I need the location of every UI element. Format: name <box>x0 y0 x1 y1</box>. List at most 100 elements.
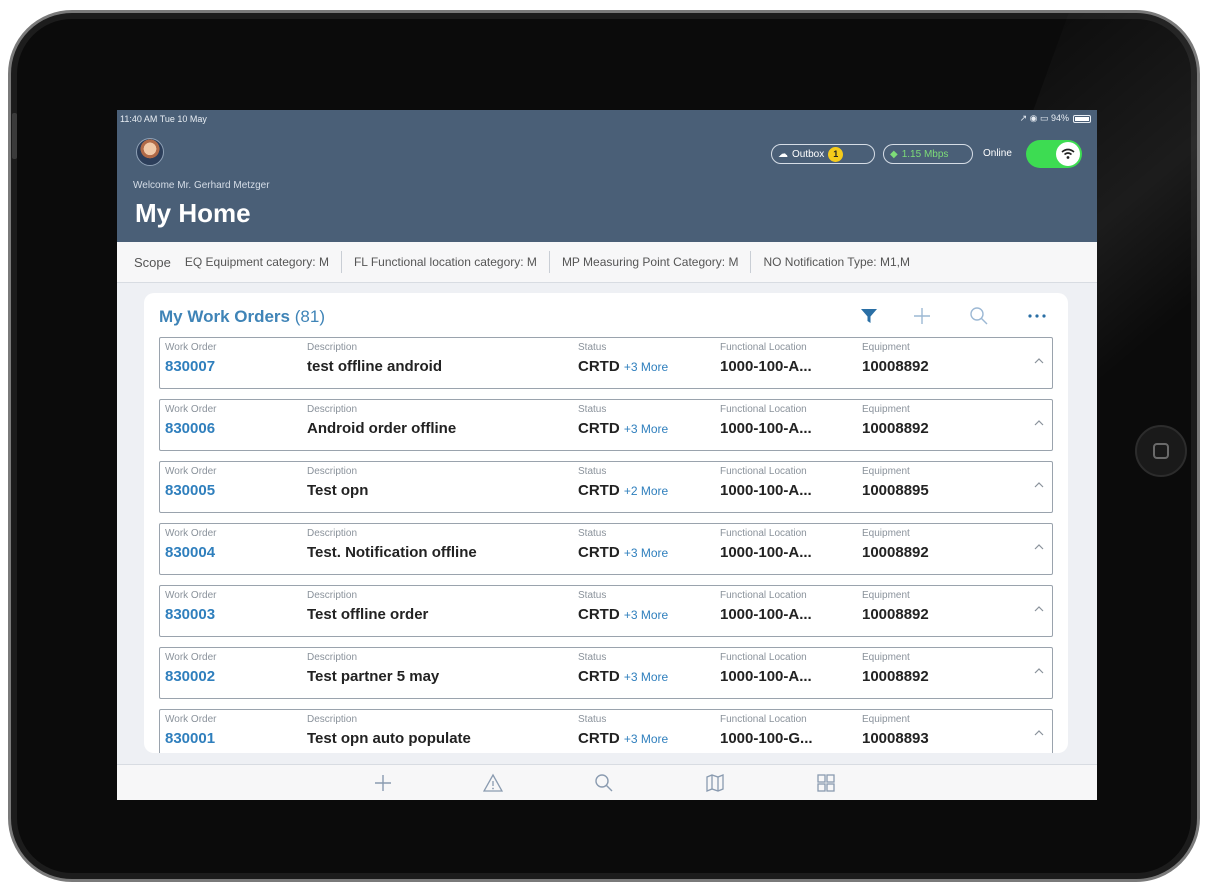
scope-item-measuring-point[interactable]: MP Measuring Point Category: M <box>558 251 752 273</box>
scope-item-functional-location[interactable]: FL Functional location category: M <box>350 251 550 273</box>
status-more-link[interactable]: +2 More <box>624 484 668 498</box>
work-orders-card: My Work Orders (81) Work Order 830007 De… <box>144 293 1068 753</box>
chevron-up-icon[interactable] <box>1034 418 1044 430</box>
app-header: 11:40 AM Tue 10 May ↗ ◉ ▭ 94% Welcome Mr… <box>117 110 1097 242</box>
status-more-link[interactable]: +3 More <box>624 670 668 684</box>
work-order-id[interactable]: 830004 <box>165 544 217 561</box>
work-order-row[interactable]: Work Order 830007 Description test offli… <box>159 337 1053 389</box>
equipment-value: 10008892 <box>862 420 929 437</box>
scope-item-equipment[interactable]: EQ Equipment category: M <box>181 251 342 273</box>
search-icon[interactable] <box>966 303 992 329</box>
status-label: Status <box>578 652 607 663</box>
description-value: Test. Notification offline <box>307 544 477 561</box>
status-cell: Status CRTD +2 More <box>578 466 668 499</box>
chevron-up-icon[interactable] <box>1034 356 1044 368</box>
equipment-label: Equipment <box>862 714 910 725</box>
description-label: Description <box>307 528 358 539</box>
work-order-cell: Work Order 830003 <box>165 590 217 623</box>
work-order-row[interactable]: Work Order 830003 Description Test offli… <box>159 585 1053 637</box>
work-order-cell: Work Order 830002 <box>165 652 217 685</box>
status-bar-time: 11:40 AM Tue 10 May <box>120 114 207 124</box>
status-cell: Status CRTD +3 More <box>578 528 668 561</box>
status-code: CRTD <box>578 730 620 747</box>
functional-location-value: 1000-100-A... <box>720 606 812 623</box>
description-value: Test opn <box>307 482 369 499</box>
description-label: Description <box>307 404 358 415</box>
description-label: Description <box>307 590 358 601</box>
chevron-up-icon[interactable] <box>1034 480 1044 492</box>
status-cell: Status CRTD +3 More <box>578 342 668 375</box>
scope-item-notification-type[interactable]: NO Notification Type: M1,M <box>759 251 922 273</box>
chevron-up-icon[interactable] <box>1034 542 1044 554</box>
work-order-label: Work Order <box>165 528 217 539</box>
status-code: CRTD <box>578 668 620 685</box>
work-order-id[interactable]: 830002 <box>165 668 217 685</box>
status-bar-battery-text: ↗ ◉ ▭ 94% <box>1019 113 1069 123</box>
plus-icon[interactable] <box>369 771 397 795</box>
status-more-link[interactable]: +3 More <box>624 422 668 436</box>
equipment-cell: Equipment 10008892 <box>862 404 929 437</box>
status-more-link[interactable]: +3 More <box>624 546 668 560</box>
avatar[interactable] <box>136 138 164 166</box>
functional-location-cell: Functional Location 1000-100-A... <box>720 528 812 561</box>
equipment-value: 10008893 <box>862 730 929 747</box>
functional-location-cell: Functional Location 1000-100-A... <box>720 404 812 437</box>
work-order-row[interactable]: Work Order 830005 Description Test opn S… <box>159 461 1053 513</box>
work-order-cell: Work Order 830006 <box>165 404 217 437</box>
map-icon[interactable] <box>701 771 729 795</box>
grid-icon[interactable] <box>812 771 840 795</box>
work-order-row[interactable]: Work Order 830004 Description Test. Noti… <box>159 523 1053 575</box>
description-value: Test offline order <box>307 606 429 623</box>
plus-icon[interactable] <box>909 303 935 329</box>
description-cell: Description Test. Notification offline <box>307 528 477 561</box>
work-order-id[interactable]: 830007 <box>165 358 217 375</box>
description-cell: Description Test opn <box>307 466 368 499</box>
equipment-label: Equipment <box>862 342 910 353</box>
work-order-label: Work Order <box>165 652 217 663</box>
filter-icon[interactable] <box>856 303 882 329</box>
status-more-link[interactable]: +3 More <box>624 360 668 374</box>
home-button[interactable] <box>1135 425 1187 477</box>
functional-location-value: 1000-100-A... <box>720 544 812 561</box>
online-label: Online <box>983 148 1012 159</box>
status-label: Status <box>578 404 607 415</box>
description-value: test offline android <box>307 358 442 375</box>
description-label: Description <box>307 714 358 725</box>
chevron-up-icon[interactable] <box>1034 666 1044 678</box>
work-order-row[interactable]: Work Order 830006 Description Android or… <box>159 399 1053 451</box>
search-icon[interactable] <box>590 771 618 795</box>
speed-arrow-icon: ◆ <box>890 148 898 160</box>
chevron-up-icon[interactable] <box>1034 604 1044 616</box>
work-order-label: Work Order <box>165 714 217 725</box>
status-label: Status <box>578 342 607 353</box>
status-more-link[interactable]: +3 More <box>624 608 668 622</box>
outbox-button[interactable]: ☁ Outbox 1 <box>771 144 875 164</box>
warning-icon[interactable] <box>479 771 507 795</box>
status-value: CRTD +3 More <box>578 668 668 685</box>
work-order-id[interactable]: 830006 <box>165 420 217 437</box>
online-toggle[interactable] <box>1026 140 1082 168</box>
description-value: Android order offline <box>307 420 457 437</box>
scope-label: Scope <box>134 254 171 270</box>
work-order-id[interactable]: 830001 <box>165 730 217 747</box>
work-order-id[interactable]: 830005 <box>165 482 217 499</box>
work-order-label: Work Order <box>165 590 217 601</box>
functional-location-label: Functional Location <box>720 466 807 477</box>
status-cell: Status CRTD +3 More <box>578 652 668 685</box>
equipment-value: 10008892 <box>862 668 929 685</box>
work-order-id[interactable]: 830003 <box>165 606 217 623</box>
work-orders-title-text: My Work Orders <box>159 307 291 326</box>
chevron-up-icon[interactable] <box>1034 728 1044 740</box>
functional-location-value: 1000-100-A... <box>720 482 812 499</box>
status-value: CRTD +2 More <box>578 482 668 499</box>
work-order-row[interactable]: Work Order 830001 Description Test opn a… <box>159 709 1053 753</box>
home-button-icon <box>1153 443 1169 459</box>
more-icon[interactable] <box>1024 303 1050 329</box>
app-screen: 11:40 AM Tue 10 May ↗ ◉ ▭ 94% Welcome Mr… <box>117 110 1097 800</box>
status-more-link[interactable]: +3 More <box>624 732 668 746</box>
equipment-cell: Equipment 10008892 <box>862 528 929 561</box>
functional-location-cell: Functional Location 1000-100-G... <box>720 714 813 747</box>
work-order-row[interactable]: Work Order 830002 Description Test partn… <box>159 647 1053 699</box>
description-label: Description <box>307 342 358 353</box>
welcome-text: Welcome Mr. Gerhard Metzger <box>133 180 270 191</box>
